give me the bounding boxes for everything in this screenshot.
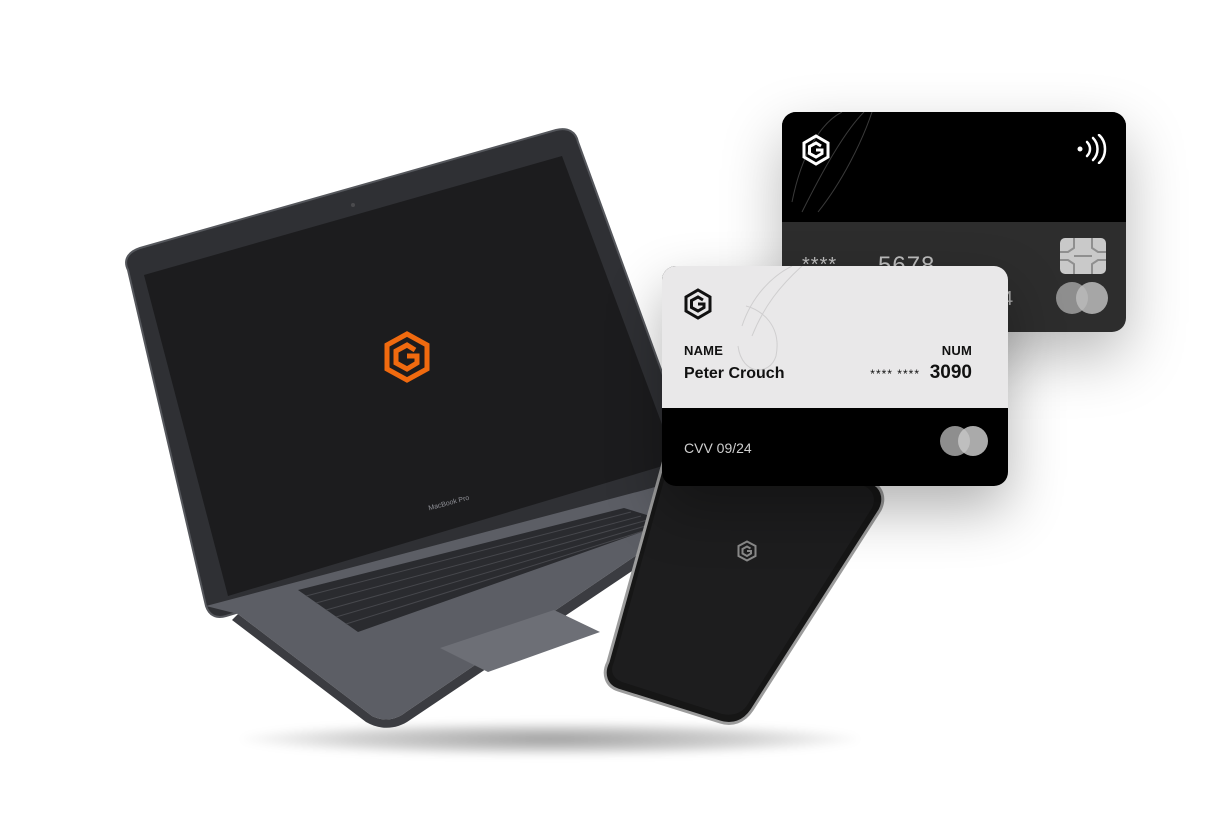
card-cvv-expiry: CVV 09/24 xyxy=(684,440,752,456)
card-front-mastercard-icon xyxy=(940,426,988,456)
contactless-icon xyxy=(1077,134,1107,164)
num-label: NUM xyxy=(941,343,972,358)
name-label: NAME xyxy=(684,343,724,358)
card-front: NAME Peter Crouch NUM **** **** 3090 CVV… xyxy=(662,266,1008,486)
card-masked-number: **** **** xyxy=(870,367,920,381)
card-back-pattern xyxy=(791,112,873,213)
card-front-logo-icon xyxy=(684,288,712,320)
card-back-logo-icon xyxy=(802,134,830,166)
phone-logo-icon xyxy=(737,540,757,562)
card-last-digits: 3090 xyxy=(929,362,972,383)
card-back-mastercard-icon xyxy=(1056,282,1108,314)
chip-icon xyxy=(1060,238,1106,274)
product-showcase: MacBook Pro **** 5678 4 xyxy=(0,0,1222,824)
laptop-camera xyxy=(351,203,355,207)
brand-logo-icon xyxy=(384,331,430,383)
card-front-pattern xyxy=(737,266,803,371)
card-holder-name: Peter Crouch xyxy=(684,365,785,382)
